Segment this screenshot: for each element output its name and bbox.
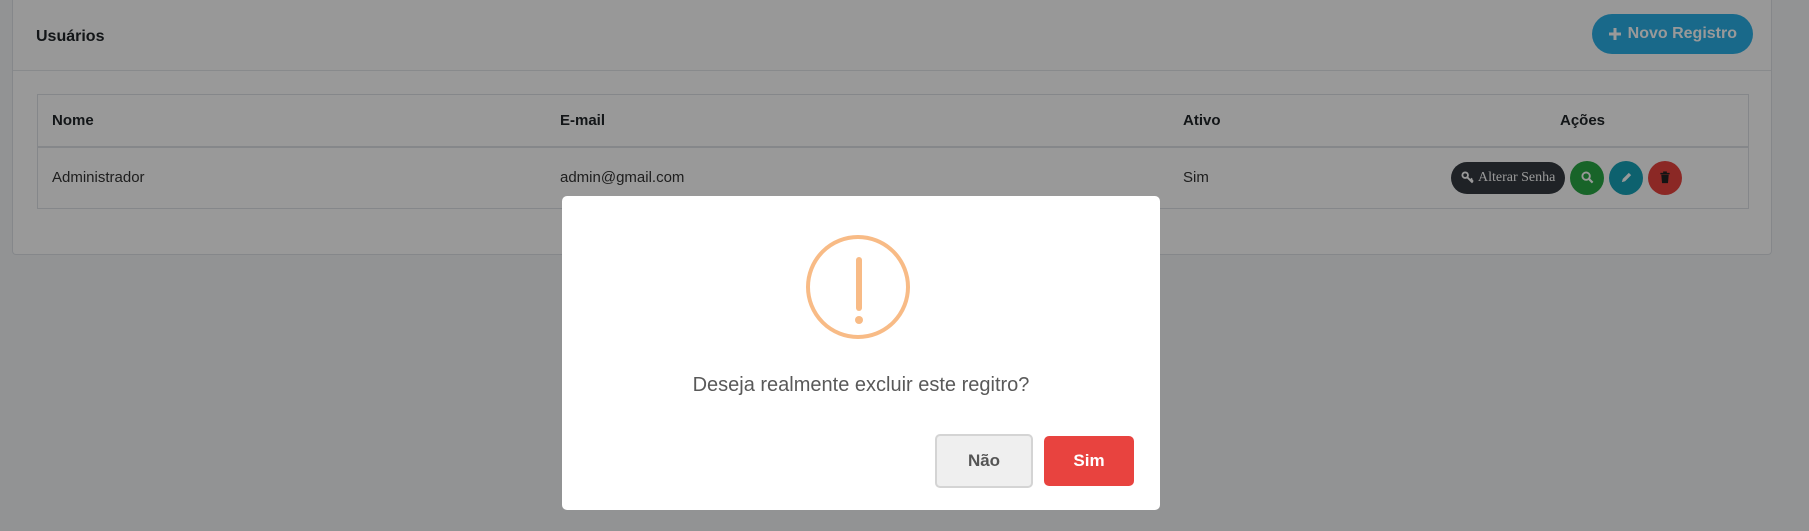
confirm-button[interactable]: Sim [1044,436,1134,486]
cancel-button[interactable]: Não [935,434,1033,488]
warning-icon [806,235,910,339]
confirm-delete-dialog: Deseja realmente excluir este regitro? N… [562,196,1160,510]
dialog-message: Deseja realmente excluir este regitro? [692,374,1030,396]
